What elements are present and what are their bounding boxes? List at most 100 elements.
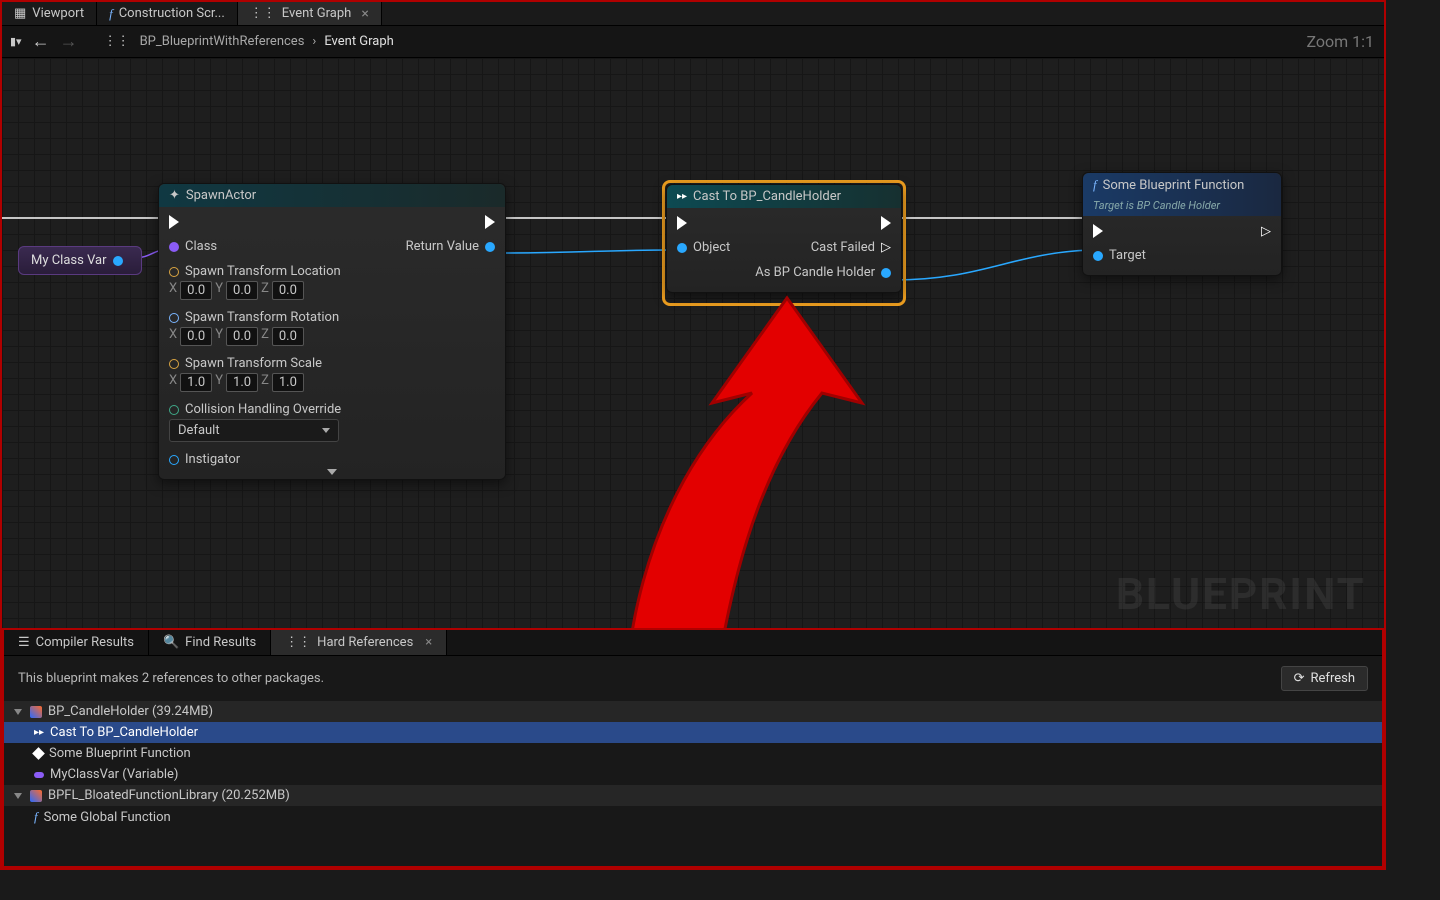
pin-label: Collision Handling Override [185,402,341,417]
tree-label: Cast To BP_CandleHolder [50,725,198,740]
node-title: Some Blueprint Function [1103,178,1245,193]
exec-in-pin[interactable] [169,215,341,229]
editor-window: ▦ Viewport f Construction Scr... ⋮⋮ Even… [0,0,1386,870]
output-pin-icon[interactable] [113,256,123,266]
node-header: f Some Blueprint Function Target is BP Ca… [1083,173,1281,216]
pin-label: Spawn Transform Location [185,264,341,279]
pin-spawn-location[interactable]: Spawn Transform Location [169,264,341,279]
tree-item-variable[interactable]: MyClassVar (Variable) [4,764,1382,785]
bottom-tab-bar: ☰Compiler Results 🔍Find Results ⋮⋮ Hard R… [4,630,1382,656]
chevron-right-icon: › [312,34,316,49]
blueprint-icon: ⋮⋮ [104,34,130,49]
pin-cast-failed[interactable]: Cast Failed▷ [811,240,891,255]
tab-label: Hard References [317,635,413,650]
breadcrumb-current: Event Graph [324,34,394,49]
node-some-blueprint-function[interactable]: f Some Blueprint Function Target is BP Ca… [1082,172,1282,276]
top-tab-bar: ▦ Viewport f Construction Scr... ⋮⋮ Even… [2,2,1384,26]
node-title: SpawnActor [186,188,256,203]
node-cast-to-candleholder[interactable]: ▸▸ Cast To BP_CandleHolder Object Cast F… [666,184,902,293]
tree-item-function[interactable]: Some Blueprint Function [4,743,1382,764]
tab-compiler-results[interactable]: ☰Compiler Results [4,630,149,655]
pin-collision-override[interactable]: Collision Handling Override [169,402,341,417]
pin-spawn-scale[interactable]: Spawn Transform Scale [169,356,341,371]
graph-icon: ⋮⋮ [250,6,276,21]
tab-label: Construction Scr... [119,6,225,21]
pin-label: As BP Candle Holder [755,265,875,280]
tree-label: Some Global Function [44,810,171,825]
pin-target[interactable]: Target [1093,248,1146,263]
breadcrumb-blueprint[interactable]: BP_BlueprintWithReferences [140,34,305,49]
pin-instigator[interactable]: Instigator [169,452,341,467]
chevron-down-icon [322,428,330,433]
annotation-arrow-icon [602,293,922,630]
tab-find-results[interactable]: 🔍Find Results [149,630,271,655]
tab-label: Viewport [32,6,84,21]
pin-label: Return Value [406,239,479,254]
vector-input[interactable]: X1.0Y1.0Z1.0 [169,373,341,392]
function-icon: f [34,809,38,825]
tab-label: Compiler Results [36,635,134,650]
blueprint-icon [30,790,42,802]
pin-object[interactable]: Object [677,240,730,255]
close-icon[interactable]: × [425,635,432,650]
tree-item-global-function[interactable]: f Some Global Function [4,806,1382,828]
graph-canvas[interactable]: BLUEPRINT My Class Var ✦ SpawnActor [2,58,1384,630]
reference-icon: ⋮⋮ [285,635,311,650]
expand-icon[interactable] [14,793,22,799]
refresh-icon: ⟳ [1294,671,1305,686]
references-summary-row: This blueprint makes 2 references to oth… [4,656,1382,701]
tree-header-candleholder[interactable]: BP_CandleHolder (39.24MB) [4,701,1382,722]
exec-in-pin[interactable] [1093,224,1146,238]
variable-node-myclassvar[interactable]: My Class Var [18,246,142,275]
vector-input[interactable]: X0.0Y0.0Z0.0 [169,327,341,346]
function-icon: f [1093,177,1097,193]
expand-chevron-icon[interactable] [327,469,337,475]
tab-hard-references[interactable]: ⋮⋮ Hard References × [271,630,447,655]
exec-out-pin[interactable] [881,216,891,230]
tree-label: BP_CandleHolder (39.24MB) [48,704,213,719]
pin-spawn-rotation[interactable]: Spawn Transform Rotation [169,310,341,325]
pin-return-value[interactable]: Return Value [406,239,495,254]
node-subtitle: Target is BP Candle Holder [1093,199,1220,212]
tree-label: MyClassVar (Variable) [50,767,178,782]
tree-label: Some Blueprint Function [49,746,191,761]
button-label: Refresh [1311,671,1355,686]
tree-item-cast[interactable]: ▸▸ Cast To BP_CandleHolder [4,722,1382,743]
tab-construction-script[interactable]: f Construction Scr... [97,2,238,25]
vector-input[interactable]: X0.0Y0.0Z0.0 [169,281,341,300]
breadcrumb[interactable]: BP_BlueprintWithReferences › Event Graph [140,34,394,49]
references-tree: BP_CandleHolder (39.24MB) ▸▸ Cast To BP_C… [4,701,1382,828]
spawn-icon: ✦ [169,188,180,203]
node-header: ▸▸ Cast To BP_CandleHolder [667,185,901,208]
exec-in-pin[interactable] [677,216,730,230]
nav-forward-icon[interactable]: → [60,31,78,52]
tree-header-bpfl[interactable]: BPFL_BloatedFunctionLibrary (20.252MB) [4,785,1382,806]
pin-label: Object [693,240,730,255]
grid-icon: ▦ [14,6,26,21]
variable-label: My Class Var [31,253,107,268]
tab-event-graph[interactable]: ⋮⋮ Event Graph × [238,2,382,25]
node-title: Cast To BP_CandleHolder [693,189,841,204]
expand-icon[interactable] [14,709,22,715]
tab-label: Find Results [185,635,256,650]
dropdown-icon[interactable]: ▮▾ [10,35,22,48]
pin-label: Instigator [185,452,240,467]
exec-out-pin[interactable]: ▷ [1261,224,1271,239]
collision-dropdown[interactable]: Default [169,419,339,442]
nav-back-icon[interactable]: ← [32,31,50,52]
pin-label: Spawn Transform Rotation [185,310,339,325]
exec-out-pin[interactable] [485,215,495,229]
variable-icon [34,772,44,778]
pin-label: Cast Failed [811,240,875,255]
pin-as-candleholder[interactable]: As BP Candle Holder [755,265,891,280]
refresh-button[interactable]: ⟳ Refresh [1281,666,1368,691]
cast-icon: ▸▸ [34,727,44,738]
tree-label: BPFL_BloatedFunctionLibrary (20.252MB) [48,788,290,803]
tab-viewport[interactable]: ▦ Viewport [2,2,97,25]
close-icon[interactable]: × [361,6,368,22]
zoom-label: Zoom 1:1 [1306,32,1374,51]
node-spawnactor[interactable]: ✦ SpawnActor Class Spawn Transform Locat… [158,183,506,480]
pin-label: Spawn Transform Scale [185,356,322,371]
dropdown-value: Default [178,423,220,438]
pin-class[interactable]: Class [169,239,341,254]
